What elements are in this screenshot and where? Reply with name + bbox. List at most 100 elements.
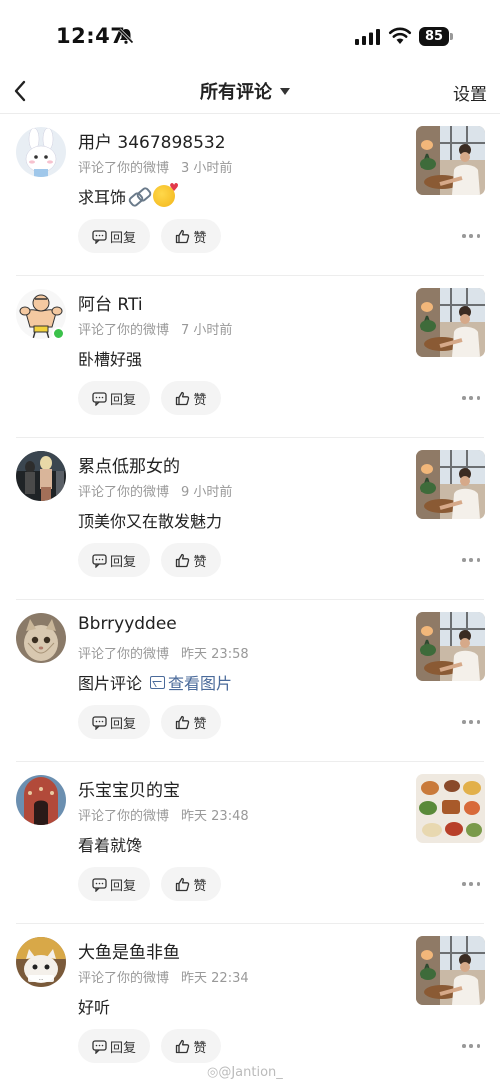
kissing-face-emoji xyxy=(153,181,179,207)
back-arrow-icon[interactable] xyxy=(10,77,32,105)
username[interactable]: Bbrryyddee xyxy=(78,614,177,634)
comment-text: 好听 xyxy=(78,994,110,1018)
reply-icon xyxy=(92,1039,107,1054)
post-thumbnail[interactable] xyxy=(416,774,485,843)
reply-label: 回复 xyxy=(109,554,136,570)
comment-body: 顶美你又在散发魅力 xyxy=(78,512,223,531)
reply-button[interactable]: 回复 xyxy=(78,219,150,253)
more-options-icon[interactable] xyxy=(462,229,480,243)
watermark: ◎@Jantion_ xyxy=(207,1065,283,1080)
meta-action: 评论了你的微博 xyxy=(78,971,170,986)
username[interactable]: 累点低那女的 xyxy=(78,452,180,477)
avatar[interactable] xyxy=(16,127,66,177)
avatar[interactable]: ··· xyxy=(16,937,66,987)
thumbs-up-icon xyxy=(176,229,190,243)
comment-item: ··· 大鱼是鱼非鱼 评论了你的微博 昨天 22:34 好听 回复 赞 xyxy=(0,924,500,1086)
more-options-icon[interactable] xyxy=(462,553,480,567)
reply-label: 回复 xyxy=(109,392,136,408)
reply-icon xyxy=(92,391,107,406)
post-thumbnail[interactable] xyxy=(416,288,485,357)
thumbs-up-icon xyxy=(176,1039,190,1053)
status-time: 12:47 xyxy=(56,24,126,48)
like-label: 赞 xyxy=(193,230,207,246)
comment-body: 图片评论 xyxy=(78,674,143,693)
meta-time: 昨天 23:48 xyxy=(181,809,249,824)
like-button[interactable]: 赞 xyxy=(161,705,221,739)
comment-meta: 评论了你的微博 9 小时前 xyxy=(78,481,232,500)
post-thumbnail[interactable] xyxy=(416,126,485,195)
comment-item: 乐宝宝贝的宝 评论了你的微博 昨天 23:48 看着就馋 回复 赞 xyxy=(0,762,500,924)
bell-muted-icon xyxy=(118,28,134,44)
reply-button[interactable]: 回复 xyxy=(78,381,150,415)
more-options-icon[interactable] xyxy=(462,877,480,891)
meta-time: 7 小时前 xyxy=(181,323,233,338)
link-emoji xyxy=(129,189,149,203)
comment-filter-dropdown[interactable]: 所有评论 xyxy=(200,78,290,104)
reply-icon xyxy=(92,229,107,244)
online-status-dot xyxy=(52,327,65,340)
status-bar: 12:47 85 xyxy=(0,0,500,70)
post-thumbnail[interactable] xyxy=(416,612,485,681)
comment-text: 顶美你又在散发魅力 xyxy=(78,508,222,532)
like-button[interactable]: 赞 xyxy=(161,543,221,577)
view-image-link[interactable]: 查看图片 xyxy=(150,670,232,694)
like-button[interactable]: 赞 xyxy=(161,1029,221,1063)
post-thumbnail[interactable] xyxy=(416,936,485,1005)
like-label: 赞 xyxy=(193,716,207,732)
avatar[interactable] xyxy=(16,451,66,501)
meta-time: 3 小时前 xyxy=(181,161,233,176)
meta-action: 评论了你的微博 xyxy=(78,647,170,662)
comment-body: 看着就馋 xyxy=(78,836,143,855)
comment-body: 好听 xyxy=(78,998,111,1017)
like-button[interactable]: 赞 xyxy=(161,867,221,901)
username[interactable]: 用户 3467898532 xyxy=(78,128,226,153)
comment-text: 卧槽好强 xyxy=(78,346,142,370)
more-options-icon[interactable] xyxy=(462,391,480,405)
comment-body: 求耳饰 xyxy=(78,188,127,207)
battery-level: 85 xyxy=(419,27,449,46)
more-options-icon[interactable] xyxy=(462,715,480,729)
comment-meta: 评论了你的微博 3 小时前 xyxy=(78,157,232,176)
battery-icon: 85 xyxy=(419,27,453,46)
reply-button[interactable]: 回复 xyxy=(78,1029,150,1063)
like-label: 赞 xyxy=(193,878,207,894)
username[interactable]: 乐宝宝贝的宝 xyxy=(78,776,180,801)
more-options-icon[interactable] xyxy=(462,1039,480,1053)
like-button[interactable]: 赞 xyxy=(161,381,221,415)
settings-button[interactable]: 设置 xyxy=(453,80,487,105)
username[interactable]: 大鱼是鱼非鱼 xyxy=(78,938,180,963)
thumbs-up-icon xyxy=(176,877,190,891)
thumbs-up-icon xyxy=(176,715,190,729)
post-thumbnail[interactable] xyxy=(416,450,485,519)
comment-meta: 评论了你的微博 昨天 23:48 xyxy=(78,805,249,824)
meta-action: 评论了你的微博 xyxy=(78,809,170,824)
reply-button[interactable]: 回复 xyxy=(78,705,150,739)
like-button[interactable]: 赞 xyxy=(161,219,221,253)
avatar[interactable] xyxy=(16,775,66,825)
signal-icon xyxy=(355,29,380,45)
image-icon xyxy=(150,675,166,689)
reply-icon xyxy=(92,877,107,892)
comment-meta: 评论了你的微博 7 小时前 xyxy=(78,319,232,338)
watermark-text: @Jantion_ xyxy=(218,1065,283,1080)
wifi-icon xyxy=(388,27,412,44)
view-image-label: 查看图片 xyxy=(168,674,233,693)
comment-body: 卧槽好强 xyxy=(78,350,143,369)
reply-button[interactable]: 回复 xyxy=(78,543,150,577)
meta-action: 评论了你的微博 xyxy=(78,485,170,500)
reply-label: 回复 xyxy=(109,1040,136,1056)
nav-bar: 所有评论 设置 xyxy=(0,70,500,114)
avatar[interactable] xyxy=(16,613,66,663)
comment-item: 用户 3467898532 评论了你的微博 3 小时前 求耳饰 回复 赞 xyxy=(0,114,500,276)
page-title: 所有评论 xyxy=(200,82,272,103)
reply-button[interactable]: 回复 xyxy=(78,867,150,901)
comment-meta: 评论了你的微博 昨天 23:58 xyxy=(78,643,249,662)
username[interactable]: 阿台 RTi xyxy=(78,290,143,315)
like-label: 赞 xyxy=(193,554,207,570)
like-label: 赞 xyxy=(193,1040,207,1056)
meta-time: 9 小时前 xyxy=(181,485,233,500)
comment-text: 求耳饰 xyxy=(78,181,179,208)
reply-icon xyxy=(92,553,107,568)
comment-text: 看着就馋 xyxy=(78,832,142,856)
reply-label: 回复 xyxy=(109,878,136,894)
